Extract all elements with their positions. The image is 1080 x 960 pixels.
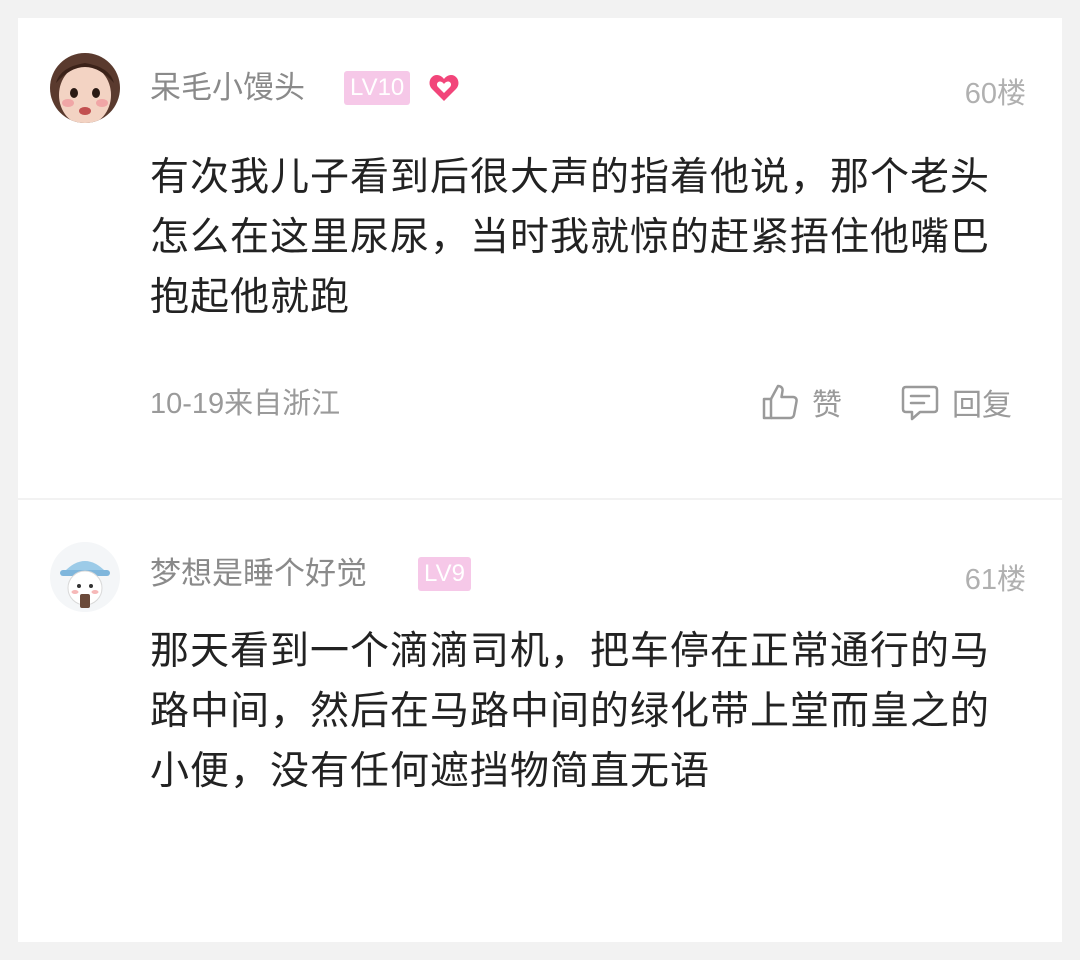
heart-icon — [429, 75, 459, 101]
avatar[interactable] — [50, 53, 120, 123]
comment-text: 那天看到一个滴滴司机，把车停在正常通行的马路中间，然后在马路中间的绿化带上堂而皇… — [150, 629, 991, 794]
username[interactable]: 梦想是睡个好觉 — [150, 554, 367, 594]
username[interactable]: 呆毛小馒头 — [150, 68, 305, 108]
reply-label: 回复 — [952, 388, 1012, 423]
like-button[interactable]: 赞 — [760, 380, 842, 424]
like-label: 赞 — [812, 388, 842, 423]
comment-feed: 呆毛小馒头 LV10 60楼 有次我儿子看到后很大声的指着他说，那个老头怎么在这… — [0, 0, 1080, 960]
comment-icon — [901, 385, 939, 421]
floor-number: 61楼 — [964, 564, 1026, 596]
reply-button[interactable]: 回复 — [900, 380, 1012, 424]
comment-card: 梦想是睡个好觉 LV9 61楼 那天看到一个滴滴司机，把车停在正常通行的马路中间… — [18, 500, 1062, 942]
level-badge: LV10 — [344, 71, 411, 105]
comment-meta: 10-19来自浙江 — [150, 388, 341, 420]
comment-card: 呆毛小馒头 LV10 60楼 有次我儿子看到后很大声的指着他说，那个老头怎么在这… — [18, 18, 1062, 498]
floor-number: 60楼 — [964, 78, 1026, 110]
comment-text: 有次我儿子看到后很大声的指着他说，那个老头怎么在这里尿尿，当时我就惊的赶紧捂住他… — [150, 155, 991, 320]
avatar-image — [50, 542, 120, 612]
thumbs-up-icon — [762, 384, 798, 420]
level-badge: LV9 — [418, 557, 471, 591]
avatar-image — [50, 53, 120, 123]
avatar[interactable] — [50, 542, 120, 612]
